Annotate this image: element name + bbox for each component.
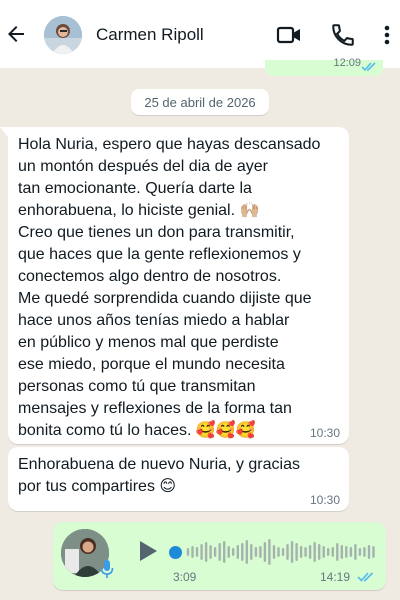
waveform[interactable] xyxy=(186,535,376,569)
voice-time: 14:19 xyxy=(319,570,350,584)
read-ticks-icon xyxy=(361,62,376,72)
waveform-bar xyxy=(254,547,258,557)
waveform-bar xyxy=(340,545,343,559)
waveform-bar xyxy=(286,544,289,560)
message-text: Hola Nuria, espero que hayas descansado … xyxy=(18,136,321,439)
play-icon[interactable] xyxy=(135,539,159,563)
phone-icon[interactable] xyxy=(330,22,356,48)
waveform-bar xyxy=(304,547,307,557)
more-options-icon[interactable] xyxy=(377,22,397,48)
read-ticks-icon xyxy=(357,572,374,582)
waveform-bar xyxy=(336,543,339,561)
waveform-bar xyxy=(213,547,217,557)
date-chip: 25 de abril de 2026 xyxy=(131,89,269,115)
waveform-bar xyxy=(372,546,375,558)
waveform-bar xyxy=(281,548,285,556)
waveform-bar xyxy=(232,548,235,556)
voice-message-bubble[interactable]: 3:09 14:19 xyxy=(53,522,386,590)
waveform-bar xyxy=(204,542,208,562)
waveform-bar xyxy=(277,547,280,557)
waveform-bar xyxy=(299,546,303,558)
back-arrow-icon[interactable] xyxy=(4,22,28,46)
message-text: Enhorabuena de nuevo Nuria, y gracias po… xyxy=(18,456,300,495)
seek-handle[interactable] xyxy=(169,546,182,559)
waveform-bar xyxy=(186,548,190,556)
voice-duration: 3:09 xyxy=(173,570,197,584)
waveform-bar xyxy=(318,544,321,560)
waveform-bar xyxy=(358,548,362,556)
waveform-bar xyxy=(308,545,312,559)
contact-name[interactable]: Carmen Ripoll xyxy=(96,25,204,45)
message-bubble[interactable]: Enhorabuena de nuevo Nuria, y gracias po… xyxy=(8,447,349,511)
waveform-bar xyxy=(200,544,203,560)
message-time: 10:30 xyxy=(309,426,340,440)
waveform-bar xyxy=(259,546,262,558)
avatar[interactable] xyxy=(44,16,82,54)
waveform-bar xyxy=(223,541,226,563)
waveform-bar xyxy=(290,541,294,563)
waveform-bar xyxy=(345,546,348,558)
waveform-bar xyxy=(241,543,244,561)
waveform-bar xyxy=(195,547,199,557)
waveform-bar xyxy=(322,546,325,558)
waveform-bar xyxy=(191,546,194,558)
waveform-bar xyxy=(209,545,212,559)
waveform-bar xyxy=(245,540,248,564)
waveform-bar xyxy=(236,545,239,559)
previous-outgoing-message[interactable]: 12:09 xyxy=(265,57,383,76)
waveform-bar xyxy=(354,544,357,560)
waveform-bar xyxy=(363,547,366,557)
waveform-bar xyxy=(295,543,298,561)
waveform-bar xyxy=(349,547,353,557)
waveform-bar xyxy=(272,545,276,559)
previous-message-time: 12:09 xyxy=(333,57,361,69)
waveform-bar xyxy=(250,544,253,560)
waveform-bar xyxy=(327,548,330,556)
microphone-icon xyxy=(100,560,114,578)
video-call-icon[interactable] xyxy=(276,22,302,48)
waveform-bar xyxy=(218,543,221,561)
waveform-bar xyxy=(331,547,334,557)
waveform-bar xyxy=(268,539,271,565)
message-time: 10:30 xyxy=(309,493,340,507)
waveform-bar xyxy=(367,545,371,559)
bubble-tail xyxy=(0,127,8,137)
waveform-bar xyxy=(313,542,316,562)
waveform-bar xyxy=(263,542,267,562)
waveform-bar xyxy=(227,546,230,558)
message-bubble[interactable]: Hola Nuria, espero que hayas descansado … xyxy=(0,127,349,444)
